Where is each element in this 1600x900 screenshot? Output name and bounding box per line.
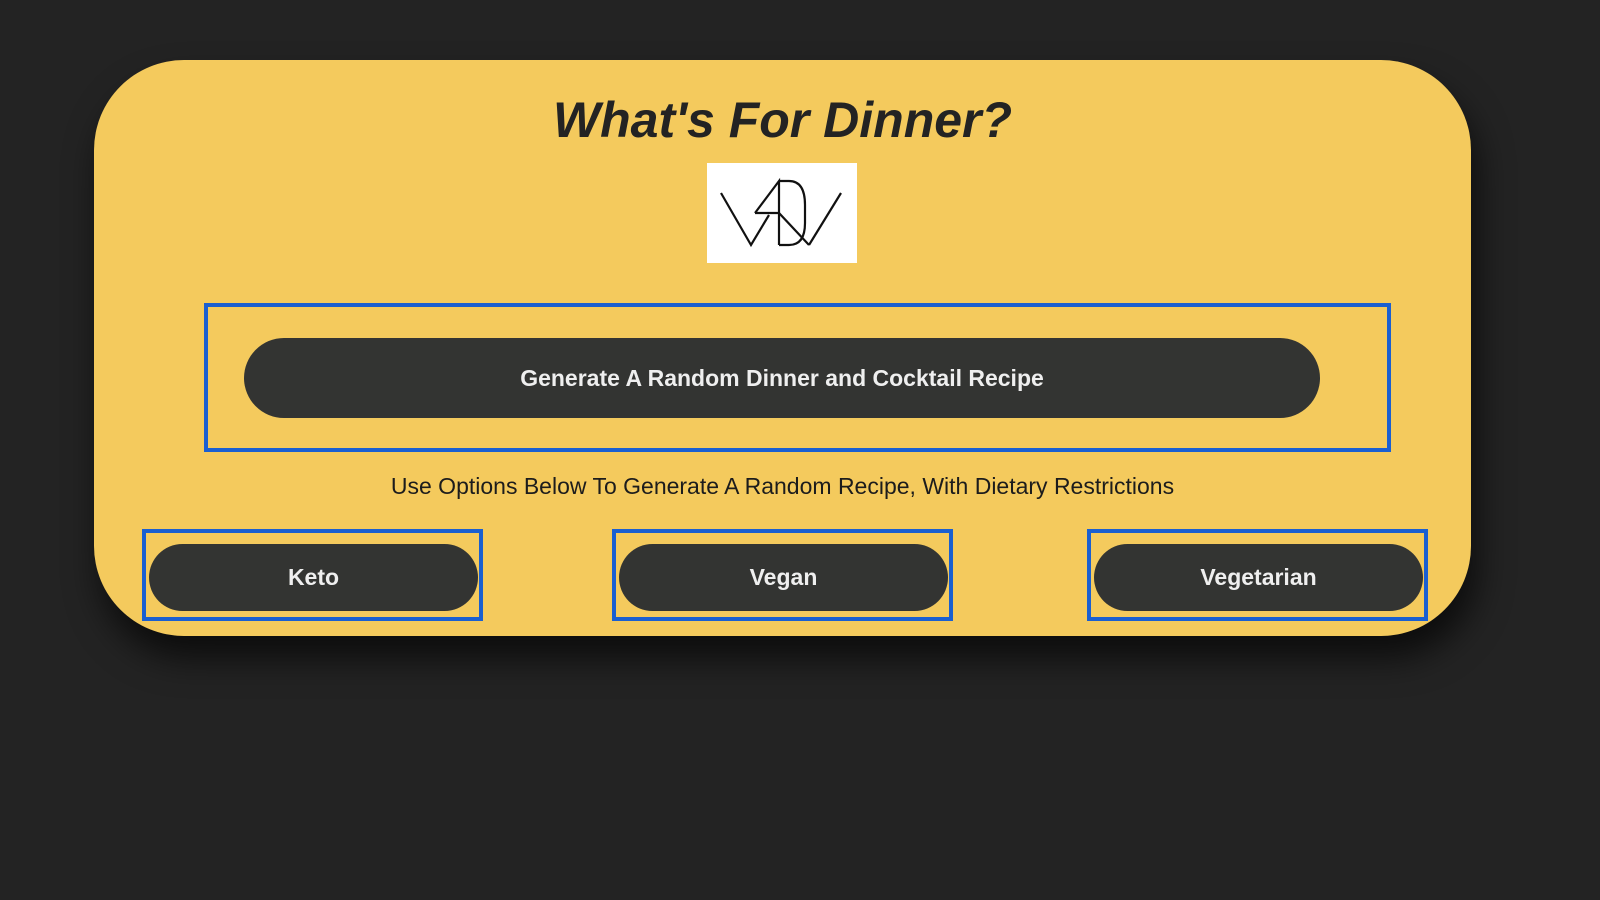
- generate-random-recipe-button[interactable]: Generate A Random Dinner and Cocktail Re…: [244, 338, 1320, 418]
- vegetarian-option-highlight: Vegetarian: [1087, 529, 1428, 621]
- wdd-logo-icon: [707, 163, 857, 263]
- vegan-button[interactable]: Vegan: [619, 544, 948, 611]
- keto-button[interactable]: Keto: [149, 544, 478, 611]
- vegan-option-highlight: Vegan: [612, 529, 953, 621]
- main-action-highlight: Generate A Random Dinner and Cocktail Re…: [204, 303, 1391, 452]
- vegetarian-button[interactable]: Vegetarian: [1094, 544, 1423, 611]
- keto-option-highlight: Keto: [142, 529, 483, 621]
- options-instructions: Use Options Below To Generate A Random R…: [390, 473, 1175, 499]
- page-title: What's For Dinner?: [552, 92, 1013, 148]
- main-card: What's For Dinner? Generate A Random Din…: [94, 60, 1471, 636]
